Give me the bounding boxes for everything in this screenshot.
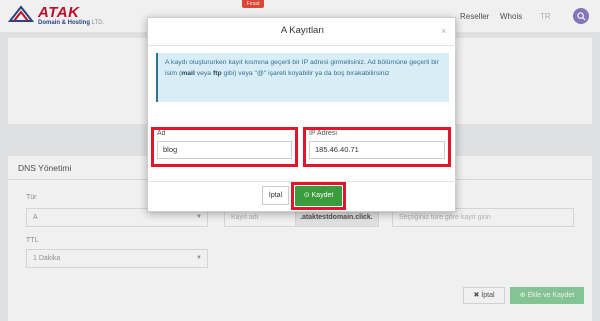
modal-title: A Kayıtları <box>280 25 325 36</box>
ip-field-highlight: IP Adresi 185.46.40.71 <box>303 127 451 167</box>
save-button[interactable]: ⊙ Kaydet <box>295 186 342 206</box>
name-field-highlight: Ad blog <box>151 127 298 167</box>
divider <box>148 45 457 46</box>
close-icon[interactable]: × <box>441 26 446 36</box>
ip-address-input[interactable]: 185.46.40.71 <box>309 141 445 159</box>
name-input[interactable]: blog <box>157 141 292 159</box>
ip-address-label: IP Adresi <box>309 130 337 137</box>
save-button-highlight: ⊙ Kaydet <box>291 182 346 210</box>
a-records-modal: A Kayıtları × A kaydı oluştururken kayıt… <box>147 17 457 212</box>
cancel-button[interactable]: İptal <box>262 186 289 205</box>
check-circle-icon: ⊙ <box>303 192 310 199</box>
name-label: Ad <box>157 130 166 137</box>
info-alert: A kaydı oluştururken kayıt kısmına geçer… <box>156 53 449 102</box>
